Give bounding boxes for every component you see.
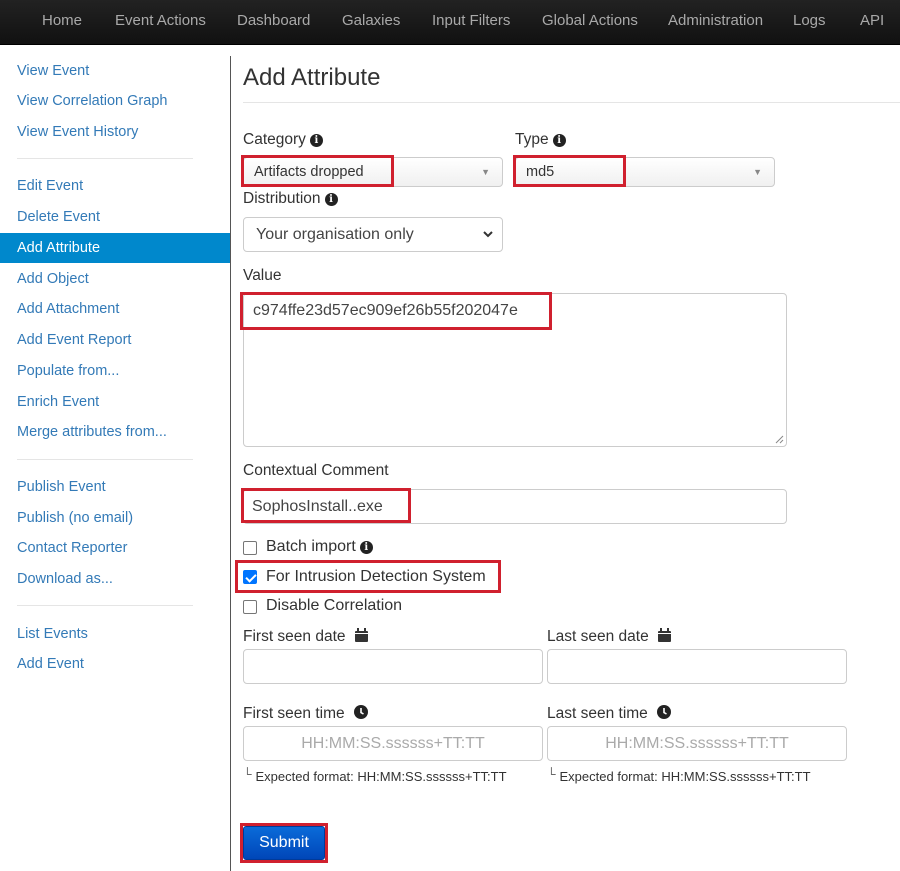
last-seen-time-input[interactable]: HH:MM:SS.ssssss+TT:TT bbox=[547, 726, 847, 761]
type-value: md5 bbox=[526, 164, 555, 180]
first-seen-date-input[interactable] bbox=[243, 649, 543, 684]
nav-dashboard[interactable]: Dashboard bbox=[237, 0, 310, 45]
batch-import-checkbox[interactable] bbox=[243, 541, 257, 555]
sidebar-item-add-object[interactable]: Add Object bbox=[0, 264, 230, 294]
sidebar-item-add-event[interactable]: Add Event bbox=[0, 649, 230, 679]
ids-checkbox[interactable] bbox=[243, 570, 257, 584]
dropdown-arrow-icon: ▼ bbox=[481, 167, 490, 177]
first-seen-date-label: First seen date bbox=[243, 628, 368, 646]
batch-import-label-text: Batch import bbox=[266, 538, 356, 555]
sidebar-item-view-correlation-graph[interactable]: View Correlation Graph bbox=[0, 86, 230, 116]
last-seen-time-label: Last seen time bbox=[547, 705, 672, 723]
sidebar-divider bbox=[17, 605, 193, 606]
nav-event-actions[interactable]: Event Actions bbox=[115, 0, 206, 45]
sidebar-item-edit-event[interactable]: Edit Event bbox=[0, 171, 230, 201]
sidebar-item-contact-reporter[interactable]: Contact Reporter bbox=[0, 533, 230, 563]
comment-input[interactable]: SophosInstall..exe bbox=[243, 489, 787, 524]
comment-label: Contextual Comment bbox=[243, 462, 389, 479]
sidebar-item-delete-event[interactable]: Delete Event bbox=[0, 202, 230, 232]
batch-import-label: Batch import i bbox=[266, 538, 373, 556]
calendar-icon bbox=[658, 628, 672, 642]
category-label: Category i bbox=[243, 131, 323, 149]
sidebar-item-publish-no-email[interactable]: Publish (no email) bbox=[0, 503, 230, 533]
sidebar-item-add-attachment[interactable]: Add Attachment bbox=[0, 294, 230, 324]
sidebar-item-publish-event[interactable]: Publish Event bbox=[0, 472, 230, 502]
sidebar-divider bbox=[17, 459, 193, 460]
first-seen-time-input[interactable]: HH:MM:SS.ssssss+TT:TT bbox=[243, 726, 543, 761]
nav-home[interactable]: Home bbox=[42, 0, 82, 45]
type-select[interactable]: md5 ▼ bbox=[515, 157, 775, 187]
info-icon[interactable]: i bbox=[324, 193, 338, 206]
comment-text: SophosInstall..exe bbox=[252, 498, 383, 515]
sidebar-item-enrich-event[interactable]: Enrich Event bbox=[0, 387, 230, 417]
dropdown-arrow-icon: ▼ bbox=[753, 167, 762, 177]
last-seen-date-label: Last seen date bbox=[547, 628, 672, 646]
title-divider bbox=[243, 102, 900, 103]
category-label-text: Category bbox=[243, 131, 306, 148]
chevron-down-icon bbox=[482, 218, 494, 264]
sidebar-item-merge-attributes[interactable]: Merge attributes from... bbox=[0, 417, 230, 447]
nav-input-filters[interactable]: Input Filters bbox=[432, 0, 510, 45]
nav-api[interactable]: API bbox=[860, 0, 884, 45]
corner-glyph: └ bbox=[547, 767, 556, 781]
sidebar-item-view-event[interactable]: View Event bbox=[0, 56, 230, 86]
type-label: Type i bbox=[515, 131, 566, 149]
last-seen-time-hint-text: Expected format: HH:MM:SS.ssssss+TT:TT bbox=[559, 769, 811, 784]
top-navbar: Home Event Actions Dashboard Galaxies In… bbox=[0, 0, 900, 45]
last-seen-time-hint: └ Expected format: HH:MM:SS.ssssss+TT:TT bbox=[547, 767, 811, 784]
info-icon[interactable]: i bbox=[552, 134, 566, 147]
first-seen-time-label: First seen time bbox=[243, 705, 368, 723]
submit-button[interactable]: Submit bbox=[243, 826, 325, 860]
nav-galaxies[interactable]: Galaxies bbox=[342, 0, 400, 45]
sidebar-item-add-event-report[interactable]: Add Event Report bbox=[0, 325, 230, 355]
page-title: Add Attribute bbox=[243, 64, 381, 91]
value-textarea[interactable]: c974ffe23d57ec909ef26b55f202047e bbox=[243, 293, 787, 447]
sidebar-item-download-as[interactable]: Download as... bbox=[0, 564, 230, 594]
distribution-select[interactable]: Your organisation only bbox=[243, 217, 503, 252]
category-value: Artifacts dropped bbox=[254, 164, 364, 180]
nav-administration[interactable]: Administration bbox=[668, 0, 763, 45]
disable-correlation-label: Disable Correlation bbox=[266, 597, 403, 614]
disable-correlation-checkbox[interactable] bbox=[243, 600, 257, 614]
first-seen-time-hint-text: Expected format: HH:MM:SS.ssssss+TT:TT bbox=[255, 769, 507, 784]
calendar-icon bbox=[354, 628, 368, 642]
sidebar: View Event View Correlation Graph View E… bbox=[0, 46, 230, 871]
sidebar-item-populate-from[interactable]: Populate from... bbox=[0, 356, 230, 386]
last-seen-time-label-text: Last seen time bbox=[547, 705, 648, 722]
info-icon[interactable]: i bbox=[309, 134, 323, 147]
distribution-value: Your organisation only bbox=[256, 226, 414, 243]
clock-icon bbox=[353, 705, 368, 719]
first-seen-time-label-text: First seen time bbox=[243, 705, 345, 722]
value-label: Value bbox=[243, 267, 282, 284]
clock-icon bbox=[657, 705, 672, 719]
distribution-label-text: Distribution bbox=[243, 190, 321, 207]
type-label-text: Type bbox=[515, 131, 549, 148]
sidebar-item-add-attribute[interactable]: Add Attribute bbox=[0, 233, 230, 263]
nav-logs[interactable]: Logs bbox=[793, 0, 826, 45]
last-seen-date-label-text: Last seen date bbox=[547, 628, 649, 645]
corner-glyph: └ bbox=[243, 767, 252, 781]
sidebar-border bbox=[230, 56, 231, 871]
sidebar-item-list-events[interactable]: List Events bbox=[0, 619, 230, 649]
first-seen-time-hint: └ Expected format: HH:MM:SS.ssssss+TT:TT bbox=[243, 767, 507, 784]
ids-label: For Intrusion Detection System bbox=[266, 568, 486, 585]
first-seen-date-label-text: First seen date bbox=[243, 628, 346, 645]
sidebar-item-view-event-history[interactable]: View Event History bbox=[0, 117, 230, 147]
info-icon[interactable]: i bbox=[359, 541, 373, 554]
resize-grip-icon[interactable] bbox=[774, 434, 784, 444]
distribution-label: Distribution i bbox=[243, 190, 338, 208]
last-seen-date-input[interactable] bbox=[547, 649, 847, 684]
sidebar-divider bbox=[17, 158, 193, 159]
nav-global-actions[interactable]: Global Actions bbox=[542, 0, 638, 45]
value-text: c974ffe23d57ec909ef26b55f202047e bbox=[253, 302, 518, 319]
category-select[interactable]: Artifacts dropped ▼ bbox=[243, 157, 503, 187]
